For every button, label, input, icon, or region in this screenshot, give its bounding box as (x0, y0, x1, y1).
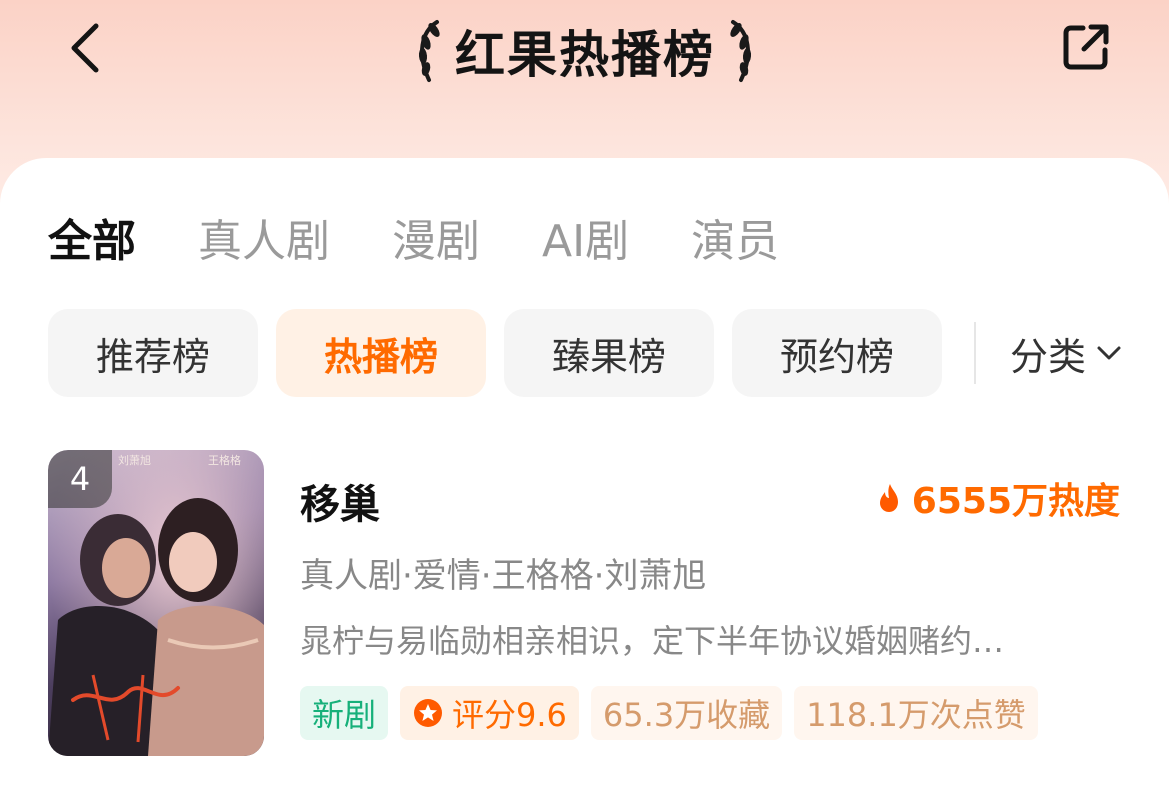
ranking-chips: 推荐榜 热播榜 臻果榜 预约榜 分类 (48, 309, 1122, 397)
back-button[interactable] (60, 20, 110, 76)
show-title[interactable]: 移巢 (300, 472, 380, 530)
laurel-left-icon (418, 20, 440, 82)
svg-text:刘萧旭: 刘萧旭 (118, 453, 151, 467)
category-tabs: 全部 真人剧 漫剧 AI剧 演员 (48, 205, 841, 269)
heat-indicator: 6555万热度 (876, 472, 1120, 524)
fire-icon (879, 484, 898, 512)
tab-all[interactable]: 全部 (48, 205, 136, 269)
show-meta: 真人剧·爱情·王格格·刘萧旭 (300, 556, 707, 596)
rating-badge: 评分9.6 (400, 686, 579, 740)
heat-value: 6555万热度 (911, 481, 1120, 522)
tab-comic[interactable]: 漫剧 (392, 205, 480, 269)
tab-ai[interactable]: AI剧 (542, 205, 629, 269)
tab-live-action[interactable]: 真人剧 (198, 205, 330, 269)
new-badge: 新剧 (300, 686, 389, 740)
page-title: 红果热播榜 (455, 26, 715, 84)
chip-divider (974, 322, 976, 384)
chip-hot[interactable]: 热播榜 (276, 309, 486, 397)
chip-premium[interactable]: 臻果榜 (504, 309, 714, 397)
likes-badge: 118.1万次点赞 (794, 686, 1038, 740)
category-label: 分类 (1010, 334, 1087, 379)
rating-text: 评分9.6 (452, 696, 567, 734)
chip-reserve[interactable]: 预约榜 (732, 309, 942, 397)
rank-badge: 4 (48, 450, 112, 508)
svg-text:王格格: 王格格 (208, 453, 241, 467)
page-title-area: 红果热播榜 (395, 16, 775, 86)
share-icon (1063, 24, 1109, 70)
show-tags: 新剧 评分9.6 65.3万收藏 118.1万次点赞 (300, 686, 1038, 740)
category-dropdown[interactable]: 分类 (1010, 326, 1122, 381)
laurel-right-icon (730, 20, 752, 82)
favorites-badge: 65.3万收藏 (590, 686, 783, 740)
share-button[interactable] (1055, 18, 1117, 76)
star-badge-icon (414, 699, 443, 727)
chevron-left-icon (71, 23, 99, 73)
top-bar: 红果热播榜 (0, 0, 1169, 110)
show-description: 晁柠与易临勋相亲相识，定下半年协议婚姻赌约… (300, 622, 1005, 660)
show-poster[interactable]: 刘萧旭 王格格 4 (48, 450, 264, 756)
tab-actors[interactable]: 演员 (691, 205, 779, 269)
chevron-down-icon (1097, 346, 1121, 360)
list-item[interactable]: 刘萧旭 王格格 4 移巢 6555万热度 真人剧·爱情·王格格·刘萧旭 晁柠与易… (48, 450, 1128, 760)
chip-recommend[interactable]: 推荐榜 (48, 309, 258, 397)
